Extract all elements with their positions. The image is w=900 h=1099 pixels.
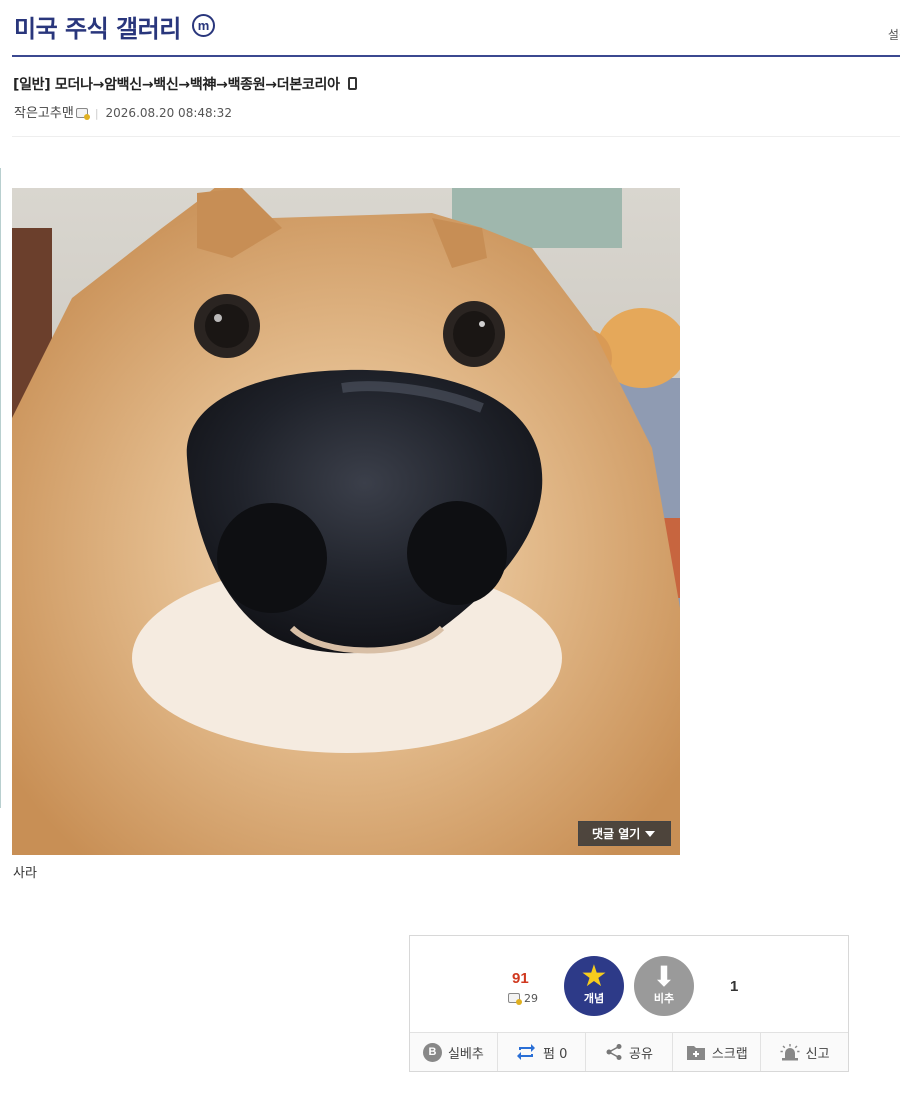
upvote-count: 91	[512, 970, 529, 987]
share-button[interactable]: 공유	[586, 1033, 674, 1071]
folder-plus-icon	[686, 1044, 706, 1061]
post-title: [일반] 모더나→암백신→백신→백神→백종원→더본코리아	[13, 74, 357, 94]
report-button[interactable]: 신고	[761, 1033, 848, 1071]
gallery-header: 미국 주식 갤러리 m 설정	[12, 0, 900, 57]
share-icon	[605, 1043, 623, 1061]
action-label: 펌 0	[543, 1046, 568, 1062]
side-rule	[0, 168, 1, 808]
dog-photo	[12, 188, 680, 855]
fixed-upvote-value: 29	[524, 992, 538, 1005]
star-icon: ★	[580, 959, 608, 994]
action-label: 스크랩	[711, 1046, 748, 1062]
action-label: 신고	[805, 1046, 830, 1062]
repost-icon	[515, 1043, 537, 1061]
b-circle-icon: B	[422, 1042, 442, 1062]
recommend-best-button[interactable]: B 실베추	[410, 1033, 498, 1071]
meta-divider	[12, 136, 900, 137]
scrap-button[interactable]: 스크랩	[673, 1033, 762, 1071]
gallery-title[interactable]: 미국 주식 갤러리	[14, 9, 181, 44]
comment-open-label: 댓글 열기	[592, 827, 641, 841]
settings-link[interactable]: 설정	[888, 26, 900, 43]
caret-down-icon	[645, 831, 656, 837]
action-label: 공유	[629, 1046, 653, 1062]
author-nickname[interactable]: 작은고추맨	[14, 106, 74, 121]
post-image-dog-closeup[interactable]	[12, 188, 680, 855]
downvote-count: 1	[730, 978, 739, 995]
siren-icon	[780, 1043, 800, 1061]
vote-box: 91 29 ★ 개념 ⬇ 비추 1 B 실베추 펌 0 공유 스크랩 신고	[409, 935, 849, 1072]
post-meta: 작은고추맨 | 2026.08.20 08:48:32	[14, 102, 232, 121]
action-bar: B 실베추 펌 0 공유 스크랩 신고	[410, 1032, 848, 1071]
mobile-icon	[347, 77, 357, 90]
upvote-button[interactable]: ★ 개념	[564, 956, 624, 1016]
post-body-text: 사라	[13, 866, 37, 881]
fixed-upvote-count: 29	[508, 992, 538, 1005]
fixed-nick-icon	[508, 993, 522, 1005]
post-title-text: [일반] 모더나→암백신→백신→백神→백종원→더본코리아	[13, 77, 340, 93]
meta-separator: |	[94, 107, 99, 120]
comment-open-button[interactable]: 댓글 열기	[578, 821, 671, 846]
upvote-label: 개념	[583, 992, 605, 1005]
post-date: 2026.08.20 08:48:32	[105, 106, 232, 120]
downvote-label: 비추	[653, 992, 675, 1005]
action-label: 실베추	[447, 1046, 484, 1062]
minor-gallery-badge-icon: m	[192, 14, 215, 37]
downvote-button[interactable]: ⬇ 비추	[634, 956, 694, 1016]
fixed-nick-icon	[75, 108, 90, 120]
repost-button[interactable]: 펌 0	[498, 1033, 586, 1071]
arrow-down-icon: ⬇	[652, 960, 676, 993]
